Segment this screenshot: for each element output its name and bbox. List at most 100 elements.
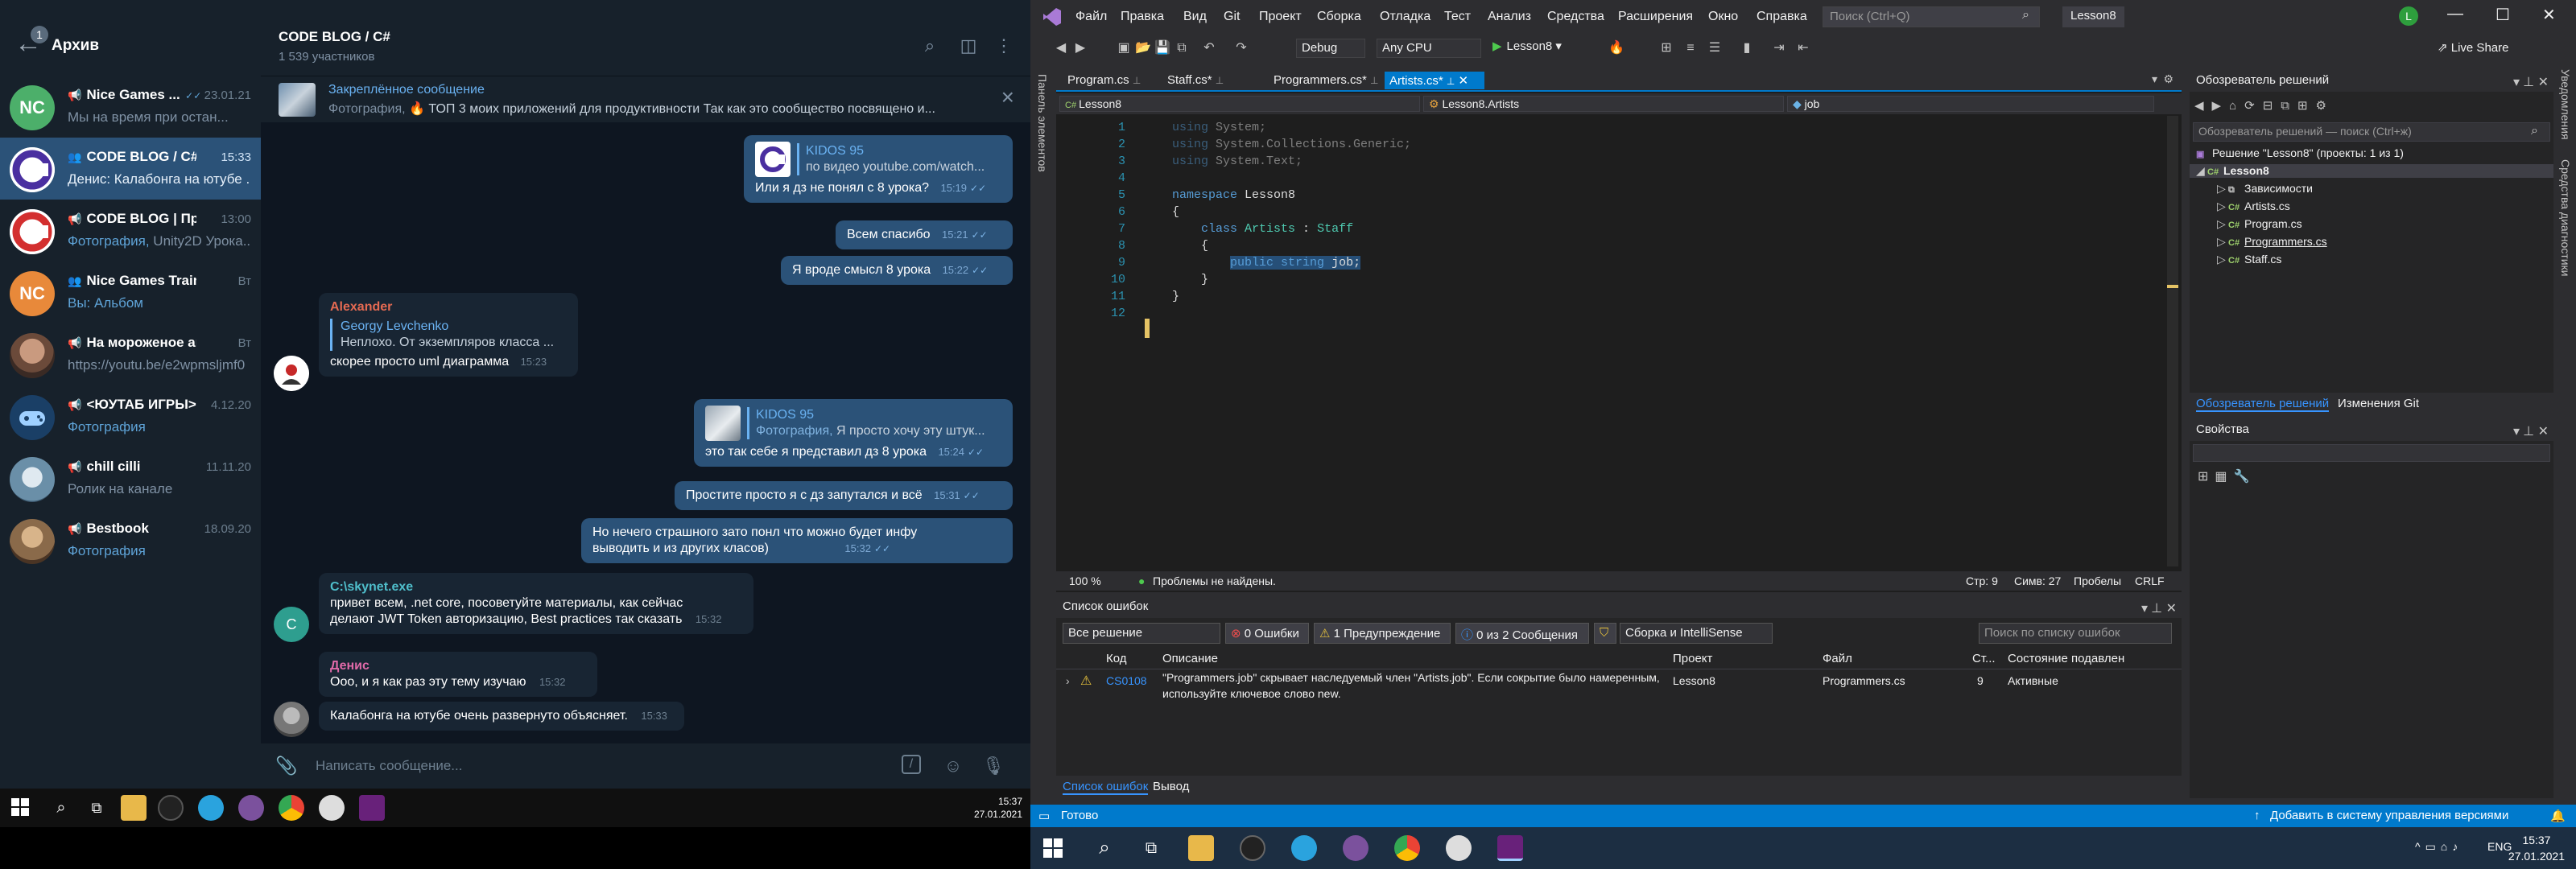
- menu-view[interactable]: Вид: [1183, 10, 1207, 24]
- code-line[interactable]: public string job;: [1172, 256, 1361, 270]
- code-line[interactable]: namespace Lesson8: [1172, 188, 1295, 202]
- telegram-icon[interactable]: [198, 795, 224, 821]
- scope-dropdown[interactable]: Все решение: [1063, 623, 1220, 644]
- back-nav-icon[interactable]: ◀: [1053, 40, 1069, 56]
- menu-analyze[interactable]: Анализ: [1488, 10, 1531, 24]
- app-icon[interactable]: [158, 795, 184, 821]
- tree-solution[interactable]: ▣ Решение "Lesson8" (проекты: 1 из 1): [2196, 146, 2404, 159]
- search-icon[interactable]: ⌕: [2531, 124, 2538, 138]
- pinned-message[interactable]: Закреплённое сообщение Фотография, 🔥 ТОП…: [261, 76, 1030, 122]
- tab-git-changes[interactable]: Изменения Git: [2338, 397, 2419, 410]
- solution-search-input[interactable]: Обозреватель решений — поиск (Ctrl+ж): [2193, 122, 2550, 142]
- chrome-icon[interactable]: [279, 795, 304, 821]
- pin-icon[interactable]: ⊥: [2523, 423, 2534, 439]
- search-icon[interactable]: ⌕: [48, 795, 74, 821]
- toolbar-icon[interactable]: ⊞: [1658, 40, 1674, 56]
- user-avatar[interactable]: L: [2399, 6, 2418, 26]
- bookmark-icon[interactable]: ▮: [1739, 40, 1755, 56]
- hot-reload-icon[interactable]: 🔥: [1608, 40, 1624, 56]
- menu-debug[interactable]: Отладка: [1380, 10, 1430, 24]
- tab-output[interactable]: Вывод: [1153, 780, 1189, 793]
- menu-edit[interactable]: Правка: [1121, 10, 1164, 24]
- visual-studio-icon[interactable]: [359, 795, 385, 821]
- col-line[interactable]: Ст...: [1972, 652, 1996, 665]
- avatar[interactable]: C: [274, 607, 309, 642]
- pin-icon[interactable]: ⊥: [1447, 76, 1455, 87]
- live-share-button[interactable]: ⇗ Live Share: [2438, 40, 2508, 55]
- message-input[interactable]: Написать сообщение...: [316, 758, 462, 774]
- collapse-arrow-icon[interactable]: ▷: [2217, 253, 2228, 266]
- message-bubble-outgoing[interactable]: Всем спасибо 15:21 ✓✓: [836, 220, 1013, 249]
- class-nav-dropdown[interactable]: ⚙ Lesson8.Artists: [1423, 96, 1784, 112]
- expand-icon[interactable]: ›: [1066, 674, 1070, 687]
- code-area[interactable]: 1 using System; 2 using System.Collections.…: [1056, 116, 2167, 566]
- tab-program[interactable]: Program.cs ⊥: [1063, 72, 1146, 89]
- chat-item[interactable]: NC 📢 Nice Games ... ✓✓ 23.01.21 Мы на вре…: [0, 76, 261, 138]
- line-number[interactable]: Стр: 9: [1966, 575, 1998, 587]
- chat-item-selected[interactable]: 👥 CODE BLOG / C# 15:33 Денис: Калабонга н…: [0, 138, 261, 200]
- panel-menu-icon[interactable]: ▾: [2141, 600, 2148, 616]
- toolbar-icon[interactable]: ☰: [1707, 40, 1723, 56]
- diagnostic-tools-tab[interactable]: Средства диагностики: [2559, 159, 2572, 277]
- configuration-dropdown[interactable]: Debug: [1296, 39, 1365, 58]
- viber-icon[interactable]: [238, 795, 264, 821]
- settings-icon[interactable]: ⚙: [2163, 72, 2174, 86]
- panel-menu-icon[interactable]: ▾: [2513, 74, 2520, 90]
- panel-menu-icon[interactable]: ▾: [2513, 423, 2520, 439]
- tree-item-file[interactable]: ▷ C# Programmers.cs: [2217, 235, 2327, 249]
- archive-header[interactable]: ← 1 Архив: [0, 0, 261, 76]
- pin-icon[interactable]: ⊥: [1216, 75, 1224, 86]
- redo-icon[interactable]: ↷: [1233, 40, 1249, 56]
- error-search-input[interactable]: Поиск по списку ошибок: [1979, 623, 2172, 644]
- message-bubble-outgoing[interactable]: KIDOS 95 Фотография, Я просто хочу эту ш…: [694, 399, 1013, 467]
- add-to-source-control-button[interactable]: Добавить в систему управления версиями: [2270, 809, 2508, 822]
- close-tab-icon[interactable]: ✕: [1458, 74, 1468, 88]
- error-code-link[interactable]: CS0108: [1106, 674, 1147, 687]
- clock-app-icon[interactable]: [1446, 835, 1472, 861]
- col-file[interactable]: Файл: [1823, 652, 1852, 665]
- windows-start-icon[interactable]: [1043, 838, 1063, 858]
- menu-window[interactable]: Окно: [1708, 10, 1738, 24]
- message-bubble-incoming[interactable]: C:\skynet.exe привет всем, .net core, по…: [319, 573, 753, 634]
- close-icon[interactable]: ✕: [2166, 600, 2177, 616]
- message-bubble-outgoing[interactable]: KIDOS 95 по видео youtube.com/watch... И…: [744, 135, 1013, 203]
- pin-icon[interactable]: ⊥: [1133, 75, 1141, 86]
- build-filter-dropdown[interactable]: Сборка и IntelliSense: [1620, 623, 1773, 644]
- platform-dropdown[interactable]: Any CPU: [1377, 39, 1481, 58]
- filter-icon[interactable]: ⛉: [1594, 623, 1616, 644]
- app-icon[interactable]: [1240, 835, 1265, 861]
- col-suppression[interactable]: Состояние подавлен: [2008, 652, 2124, 665]
- line-ending[interactable]: CRLF: [2135, 575, 2165, 587]
- pin-icon[interactable]: ⊥: [2151, 600, 2162, 616]
- code-line[interactable]: }: [1172, 290, 1179, 303]
- toolbox-tab[interactable]: Панель элементов: [1036, 74, 1049, 172]
- menu-file[interactable]: Файл: [1075, 10, 1107, 24]
- menu-test[interactable]: Тест: [1444, 10, 1471, 24]
- properties-toolbar[interactable]: ⊞▦🔧: [2198, 468, 2256, 484]
- whitespace-mode[interactable]: Пробелы: [2074, 575, 2121, 587]
- toolbar-icon[interactable]: ⇥: [1771, 40, 1787, 56]
- new-project-icon[interactable]: ▣: [1116, 40, 1132, 56]
- column-number[interactable]: Симв: 27: [2014, 575, 2061, 587]
- attach-icon[interactable]: 📎: [275, 755, 298, 777]
- tab-staff[interactable]: Staff.cs* ⊥: [1162, 72, 1228, 89]
- code-line[interactable]: using System.Text;: [1172, 154, 1302, 168]
- vertical-scrollbar[interactable]: [2167, 116, 2178, 566]
- code-line[interactable]: }: [1172, 273, 1208, 286]
- code-line[interactable]: {: [1172, 239, 1208, 253]
- tab-artists[interactable]: Artists.cs* ⊥ ✕: [1385, 72, 1484, 89]
- close-icon[interactable]: ✕: [2538, 423, 2549, 439]
- search-icon[interactable]: ⌕: [1092, 835, 1117, 861]
- search-icon[interactable]: ⌕: [2022, 8, 2029, 23]
- chrome-icon[interactable]: [1394, 835, 1420, 861]
- menu-project[interactable]: Проект: [1259, 10, 1302, 24]
- maximize-icon[interactable]: ☐: [2496, 5, 2510, 25]
- tree-item-dependencies[interactable]: ▷ ⧉ Зависимости: [2217, 182, 2313, 196]
- microphone-icon[interactable]: 🎙: [982, 755, 1005, 777]
- errors-filter-button[interactable]: ⊗ 0 Ошибки: [1225, 623, 1309, 644]
- search-icon[interactable]: ⌕: [919, 35, 940, 56]
- bot-commands-icon[interactable]: /: [902, 755, 921, 774]
- close-icon[interactable]: ×: [1001, 84, 1014, 110]
- notifications-tab[interactable]: Уведомления: [2559, 69, 2572, 140]
- error-row[interactable]: › ⚠ CS0108 "Programmers.job" скрывает на…: [1056, 671, 2182, 706]
